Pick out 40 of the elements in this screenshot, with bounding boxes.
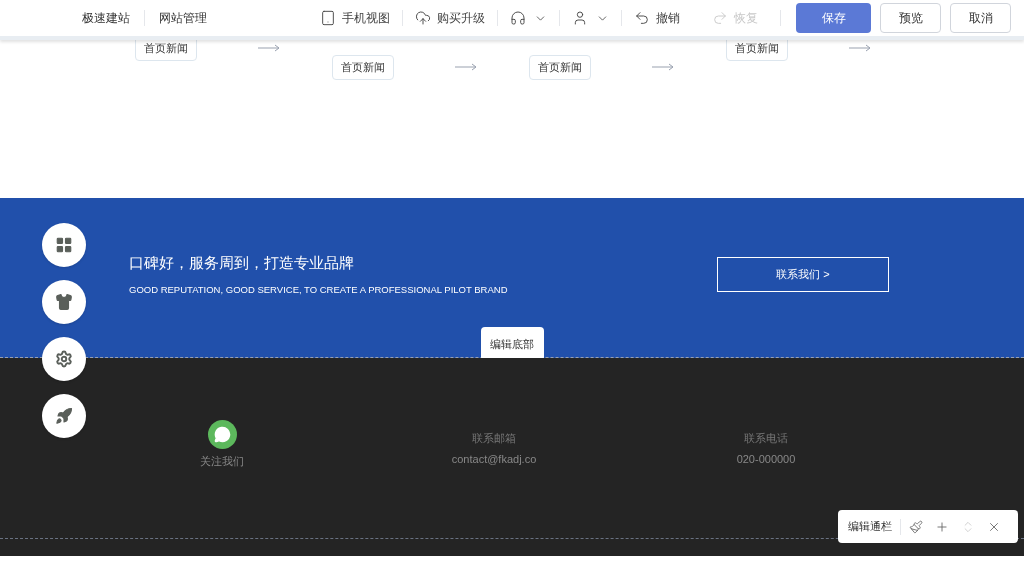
- nav-link[interactable]: 网站管理: [159, 9, 207, 27]
- banner-subtitle: GOOD REPUTATION, GOOD SERVICE, TO CREATE A PROFESSIONAL PILOT BRAND: [129, 282, 509, 297]
- edit-footer-button[interactable]: 编辑底部: [480, 326, 544, 361]
- contact-title: 联系邮箱: [472, 431, 516, 446]
- dropdown-button[interactable]: [510, 10, 547, 26]
- news-button[interactable]: 首页新闻: [332, 55, 394, 80]
- action-button[interactable]: 保存: [796, 3, 871, 33]
- add-icon: [935, 519, 949, 534]
- brush-icon: [909, 519, 923, 534]
- widgets-icon: [55, 236, 73, 254]
- contact-title: 联系电话: [744, 431, 788, 446]
- chat-icon[interactable]: [207, 420, 237, 449]
- settings-icon: [55, 350, 73, 368]
- toolbar-label: 编辑通栏: [848, 519, 892, 535]
- contact-value: contact@fkadj.co: [451, 451, 537, 467]
- toolbar-button[interactable]: 购买升级: [415, 9, 485, 27]
- contact-button[interactable]: 联系我们 >: [717, 256, 889, 292]
- undo-icon: [634, 10, 650, 26]
- redo-icon: [712, 10, 728, 26]
- rocket-icon: [55, 407, 73, 425]
- news-button[interactable]: 首页新闻: [529, 55, 591, 80]
- contact-value: 020-000000: [736, 451, 796, 467]
- tablet-icon: [320, 10, 336, 26]
- action-button[interactable]: 预览: [880, 3, 941, 33]
- cloud-upload-icon: [415, 10, 431, 26]
- user-icon: [572, 10, 588, 26]
- headset-icon: [510, 10, 526, 26]
- shirt-icon: [55, 293, 73, 311]
- follow-label: 关注我们: [200, 454, 244, 469]
- toolbar-action[interactable]: [909, 519, 923, 534]
- arrow-icon: [258, 44, 280, 52]
- banner-title: 口碑好，服务周到，打造专业品牌: [129, 253, 355, 273]
- toolbar-button[interactable]: 手机视图: [320, 9, 390, 27]
- dropdown-button[interactable]: [572, 10, 609, 26]
- arrow-icon: [455, 63, 477, 71]
- toolbar-button[interactable]: 撤销: [634, 9, 680, 27]
- action-button[interactable]: 取消: [950, 3, 1011, 33]
- nav-link[interactable]: 极速建站: [82, 9, 130, 27]
- arrow-icon: [849, 44, 871, 52]
- arrow-icon: [652, 63, 674, 71]
